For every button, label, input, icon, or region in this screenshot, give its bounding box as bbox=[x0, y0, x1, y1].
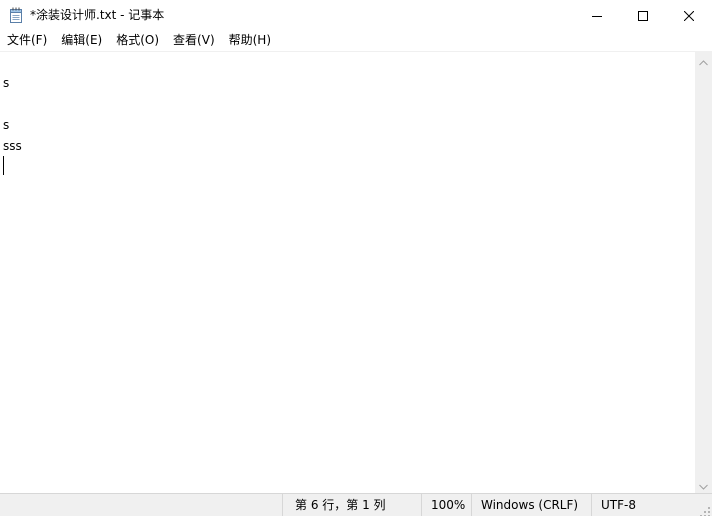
scroll-up-button[interactable] bbox=[695, 52, 712, 69]
scroll-down-button[interactable] bbox=[695, 476, 712, 493]
menu-format[interactable]: 格式(O) bbox=[109, 31, 166, 50]
minimize-button[interactable] bbox=[574, 0, 620, 30]
zoom-level: 100% bbox=[421, 494, 471, 516]
resize-grip-icon[interactable] bbox=[699, 503, 711, 516]
chevron-up-icon bbox=[699, 51, 708, 70]
encoding: UTF-8 bbox=[591, 494, 695, 516]
maximize-button[interactable] bbox=[620, 0, 666, 30]
maximize-icon bbox=[638, 6, 648, 25]
text-line: s bbox=[3, 118, 10, 132]
notepad-window: *涂装设计师.txt - 记事本 文件(F) 编辑(E) 格式(O) 查看(V)… bbox=[0, 0, 712, 516]
close-button[interactable] bbox=[666, 0, 712, 30]
notepad-icon bbox=[9, 7, 23, 23]
vertical-scrollbar[interactable] bbox=[695, 52, 712, 493]
menu-bar: 文件(F) 编辑(E) 格式(O) 查看(V) 帮助(H) bbox=[0, 30, 712, 52]
minimize-icon bbox=[592, 6, 602, 25]
menu-file[interactable]: 文件(F) bbox=[0, 31, 54, 50]
menu-view[interactable]: 查看(V) bbox=[166, 31, 222, 50]
text-line: s bbox=[3, 76, 10, 90]
menu-help[interactable]: 帮助(H) bbox=[222, 31, 278, 50]
chevron-down-icon bbox=[699, 475, 708, 494]
text-line: sss bbox=[3, 139, 22, 153]
status-bar: 第 6 行，第 1 列 100% Windows (CRLF) UTF-8 bbox=[0, 493, 712, 516]
text-caret bbox=[3, 156, 4, 175]
title-bar[interactable]: *涂装设计师.txt - 记事本 bbox=[0, 0, 712, 30]
text-editor[interactable]: s s sss bbox=[0, 52, 695, 493]
menu-edit[interactable]: 编辑(E) bbox=[54, 31, 109, 50]
cursor-position: 第 6 行，第 1 列 bbox=[282, 494, 421, 516]
line-ending: Windows (CRLF) bbox=[471, 494, 591, 516]
close-icon bbox=[683, 6, 695, 25]
window-title: *涂装设计师.txt - 记事本 bbox=[30, 8, 165, 22]
